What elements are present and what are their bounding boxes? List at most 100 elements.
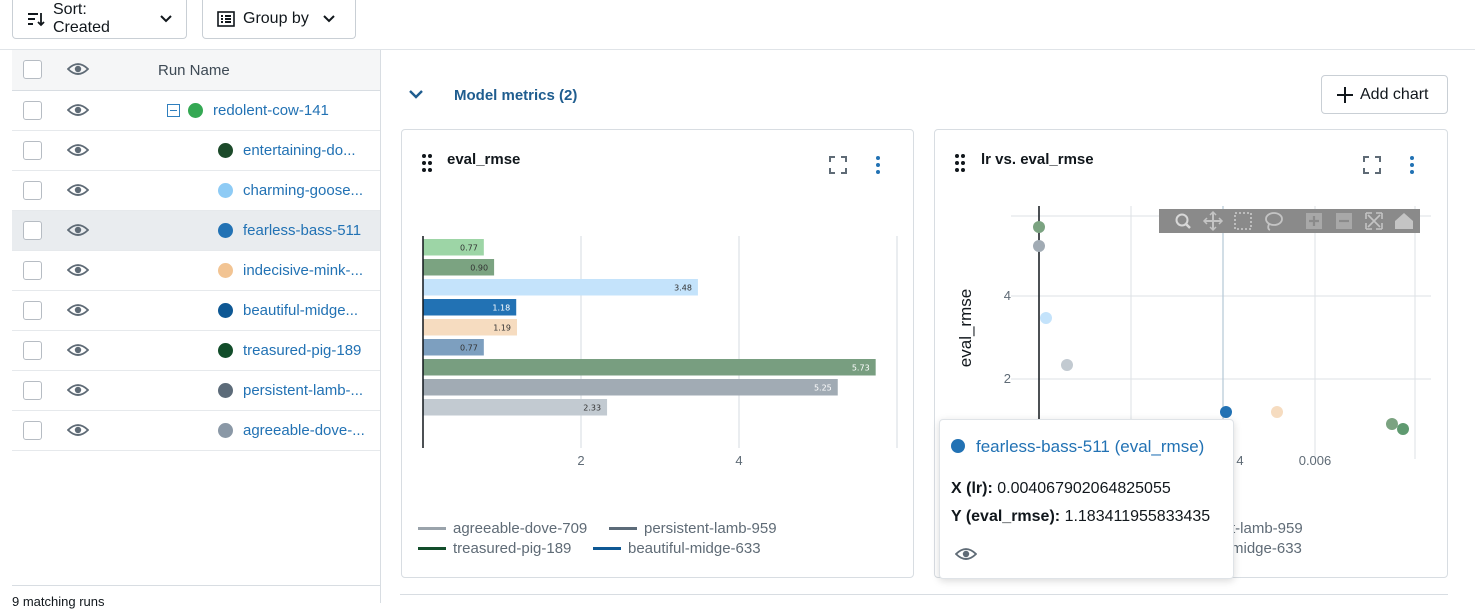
legend-item[interactable]: midge-633 (1231, 540, 1302, 557)
select-all-checkbox[interactable] (23, 60, 42, 79)
list-icon (217, 11, 235, 27)
bar-value-label: 1.18 (492, 304, 510, 313)
add-chart-button[interactable]: Add chart (1321, 75, 1448, 114)
toolbar: Sort: Created Group by (0, 0, 1475, 50)
table-row[interactable]: indecisive-mink-... (12, 251, 380, 291)
scatter-point[interactable] (1033, 221, 1045, 233)
run-color-dot (218, 263, 233, 278)
run-name-link[interactable]: redolent-cow-141 (213, 102, 329, 119)
tooltip-run-name[interactable]: fearless-bass-511 (eval_rmse) (976, 437, 1204, 457)
eye-icon[interactable] (67, 263, 89, 277)
zoom-out-icon[interactable] (1336, 213, 1352, 229)
eye-icon[interactable] (67, 303, 89, 317)
chevron-down-icon[interactable] (408, 89, 424, 101)
table-footer-divider (12, 585, 381, 586)
legend-item[interactable]: treasured-pig-189 (418, 540, 571, 557)
run-name-link[interactable]: fearless-bass-511 (243, 222, 361, 239)
bar-value-label: 0.77 (460, 344, 478, 353)
collapse-group-icon[interactable] (167, 104, 180, 117)
bar-value-label: 0.90 (470, 264, 488, 273)
chart-card-bar: eval_rmse 2 4 0.77 0.90 3.48 1.18 1.19 0.77 5.73… (401, 129, 914, 578)
bar[interactable] (423, 279, 698, 296)
run-name-link[interactable]: treasured-pig-189 (243, 342, 361, 359)
run-color-dot (218, 223, 233, 238)
bar-value-label: 5.73 (852, 364, 870, 373)
table-row[interactable]: charming-goose... (12, 171, 380, 211)
sort-button[interactable]: Sort: Created (12, 0, 187, 39)
run-name-link[interactable]: beautiful-midge... (243, 302, 358, 319)
group-by-button[interactable]: Group by (202, 0, 356, 39)
y-tick-label: 4 (1004, 288, 1011, 303)
scatter-point[interactable] (1271, 406, 1283, 418)
scatter-point[interactable] (1040, 312, 1052, 324)
row-checkbox[interactable] (23, 141, 42, 160)
legend-item[interactable]: beautiful-midge-633 (593, 540, 761, 557)
eye-icon[interactable] (67, 223, 89, 237)
row-checkbox[interactable] (23, 181, 42, 200)
column-header-run-name[interactable]: Run Name (158, 62, 230, 79)
legend-item[interactable]: t-lamb-959 (1231, 520, 1303, 537)
lasso-select-icon[interactable] (1265, 212, 1283, 231)
scatter-point[interactable] (1397, 423, 1409, 435)
row-checkbox[interactable] (23, 301, 42, 320)
row-checkbox[interactable] (23, 101, 42, 120)
section-title[interactable]: Model metrics (2) (454, 87, 577, 104)
eye-icon[interactable] (955, 547, 977, 561)
scatter-point[interactable] (1033, 240, 1045, 252)
y-axis-label: eval_rmse (956, 289, 975, 367)
scatter-point[interactable] (1386, 418, 1398, 430)
table-row[interactable]: treasured-pig-189 (12, 331, 380, 371)
zoom-icon[interactable] (1175, 213, 1191, 229)
section-divider (400, 594, 1448, 595)
eye-icon[interactable] (67, 62, 89, 76)
legend-item[interactable]: persistent-lamb-959 (609, 520, 777, 537)
run-color-dot (951, 439, 965, 453)
row-checkbox[interactable] (23, 221, 42, 240)
table-row[interactable]: beautiful-midge... (12, 291, 380, 331)
row-checkbox[interactable] (23, 381, 42, 400)
row-checkbox[interactable] (23, 421, 42, 440)
legend-item[interactable]: agreeable-dove-709 (418, 520, 587, 537)
eye-icon[interactable] (67, 423, 89, 437)
add-chart-label: Add chart (1360, 85, 1429, 103)
box-select-icon[interactable] (1234, 212, 1252, 230)
run-name-link[interactable]: persistent-lamb-... (243, 382, 363, 399)
eye-icon[interactable] (67, 143, 89, 157)
bar-chart: 2 4 0.77 0.90 3.48 1.18 1.19 0.77 5.73 5.25 2.33 (422, 236, 898, 468)
run-name-link[interactable]: indecisive-mink-... (243, 262, 363, 279)
bar-value-label: 3.48 (674, 284, 692, 293)
table-row[interactable]: agreeable-dove-... (12, 411, 380, 451)
table-header: Run Name (12, 50, 380, 91)
sort-icon (28, 13, 45, 27)
table-row[interactable]: persistent-lamb-... (12, 371, 380, 411)
zoom-in-icon[interactable] (1306, 213, 1322, 229)
table-row[interactable]: fearless-bass-511 (12, 211, 380, 251)
run-color-dot (188, 103, 203, 118)
pan-icon[interactable] (1202, 210, 1224, 232)
row-checkbox[interactable] (23, 261, 42, 280)
bar[interactable] (423, 379, 838, 396)
x-tick-label: 2 (577, 453, 584, 468)
run-color-dot (218, 383, 233, 398)
home-icon[interactable] (1395, 213, 1413, 229)
scatter-point[interactable] (1061, 359, 1073, 371)
bar[interactable] (423, 359, 876, 376)
group-by-label: Group by (243, 10, 309, 27)
eye-icon[interactable] (67, 383, 89, 397)
eye-icon[interactable] (67, 103, 89, 117)
scatter-point[interactable] (1220, 406, 1232, 418)
row-checkbox[interactable] (23, 341, 42, 360)
eye-icon[interactable] (67, 343, 89, 357)
run-name-link[interactable]: entertaining-do... (243, 142, 356, 159)
table-row-parent[interactable]: redolent-cow-141 (12, 91, 380, 131)
plus-icon (1337, 86, 1353, 103)
autoscale-icon[interactable] (1365, 212, 1383, 230)
run-name-link[interactable]: charming-goose... (243, 182, 363, 199)
eye-icon[interactable] (67, 183, 89, 197)
table-row[interactable]: entertaining-do... (12, 131, 380, 171)
plot-modebar (1159, 209, 1420, 233)
tooltip-x-value: X (lr): 0.004067902064825055 (951, 480, 1171, 497)
tooltip-y-value: Y (eval_rmse): 1.183411955833435 (951, 508, 1211, 525)
bar[interactable] (423, 399, 608, 416)
run-name-link[interactable]: agreeable-dove-... (243, 422, 365, 439)
